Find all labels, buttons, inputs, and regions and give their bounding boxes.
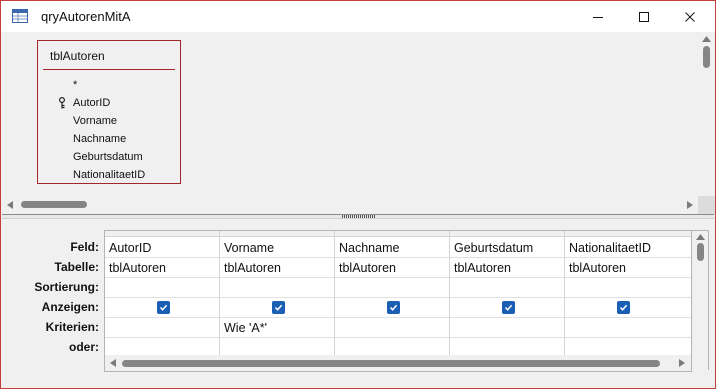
- cell-sortierung[interactable]: [105, 278, 219, 298]
- cell-anzeigen[interactable]: [105, 298, 219, 318]
- cell-anzeigen[interactable]: [450, 298, 564, 318]
- cell-feld[interactable]: Geburtsdatum: [450, 238, 564, 258]
- key-icon: [59, 97, 65, 109]
- query-design-window: qryAutorenMitA tblAutoren * AutorID Vorn…: [0, 0, 716, 389]
- cell-sortierung[interactable]: [335, 278, 449, 298]
- grid-column: NationalitaetID tblAutoren: [565, 231, 691, 369]
- maximize-icon: [639, 11, 649, 22]
- column-selector[interactable]: [220, 231, 334, 237]
- cell-sortierung[interactable]: [220, 278, 334, 298]
- close-icon: [685, 11, 695, 22]
- scroll-up-icon[interactable]: [696, 234, 705, 240]
- grid-column: Geburtsdatum tblAutoren: [450, 231, 565, 369]
- cell-kriterien[interactable]: [335, 318, 449, 338]
- table-title: tblAutoren: [50, 49, 105, 63]
- show-checkbox[interactable]: [387, 301, 400, 314]
- scroll-up-icon[interactable]: [702, 36, 711, 42]
- cell-feld[interactable]: Vorname: [220, 238, 334, 258]
- scrollbar-corner: [698, 196, 715, 214]
- scroll-right-icon[interactable]: [687, 201, 693, 209]
- scroll-left-icon[interactable]: [110, 359, 116, 367]
- row-label-sortierung: Sortierung:: [34, 280, 99, 294]
- grid-column: Vorname tblAutoren Wie 'A*': [220, 231, 335, 369]
- scroll-left-icon[interactable]: [7, 201, 13, 209]
- vertical-scroll-thumb[interactable]: [703, 46, 710, 68]
- column-selector[interactable]: [105, 231, 219, 237]
- grid-vertical-scrollbar[interactable]: [692, 230, 709, 370]
- row-label-anzeigen: Anzeigen:: [41, 300, 99, 314]
- cell-sortierung[interactable]: [565, 278, 691, 298]
- show-checkbox[interactable]: [502, 301, 515, 314]
- field-item-geburtsdatum[interactable]: Geburtsdatum: [73, 149, 143, 165]
- query-design-grid: AutorID tblAutoren Vorname tblAutoren Wi…: [104, 230, 692, 370]
- cell-tabelle[interactable]: tblAutoren: [450, 258, 564, 278]
- vertical-scroll-thumb[interactable]: [697, 243, 704, 261]
- grid-column: Nachname tblAutoren: [335, 231, 450, 369]
- field-item-nachname[interactable]: Nachname: [73, 131, 126, 147]
- window-title: qryAutorenMitA: [41, 9, 131, 24]
- checkmark-icon: [504, 304, 513, 311]
- horizontal-scroll-thumb[interactable]: [122, 360, 660, 367]
- cell-anzeigen[interactable]: [565, 298, 691, 318]
- cell-kriterien[interactable]: [450, 318, 564, 338]
- close-button[interactable]: [667, 1, 713, 32]
- cell-tabelle[interactable]: tblAutoren: [105, 258, 219, 278]
- show-checkbox[interactable]: [617, 301, 630, 314]
- cell-anzeigen[interactable]: [335, 298, 449, 318]
- design-grid-pane: Feld: Tabelle: Sortierung: Anzeigen: Kri…: [2, 219, 714, 388]
- row-label-kriterien: Kriterien:: [45, 320, 99, 334]
- show-checkbox[interactable]: [272, 301, 285, 314]
- splitter-grip[interactable]: [342, 215, 376, 218]
- cell-anzeigen[interactable]: [220, 298, 334, 318]
- minimize-button[interactable]: [575, 1, 621, 32]
- column-selector[interactable]: [450, 231, 564, 237]
- field-item-autorid[interactable]: AutorID: [73, 95, 110, 111]
- cell-kriterien[interactable]: Wie 'A*': [220, 318, 334, 338]
- maximize-button[interactable]: [621, 1, 667, 32]
- checkmark-icon: [274, 304, 283, 311]
- title-bar[interactable]: qryAutorenMitA: [1, 1, 715, 32]
- table-title-divider: [43, 69, 175, 70]
- query-icon: [12, 9, 28, 23]
- grid-horizontal-scrollbar[interactable]: [104, 355, 692, 372]
- cell-feld[interactable]: AutorID: [105, 238, 219, 258]
- table-pane: tblAutoren * AutorID Vorname Nachname Ge…: [2, 32, 714, 214]
- field-item-all[interactable]: *: [73, 77, 77, 93]
- show-checkbox[interactable]: [157, 301, 170, 314]
- cell-sortierung[interactable]: [450, 278, 564, 298]
- cell-tabelle[interactable]: tblAutoren: [565, 258, 691, 278]
- minimize-icon: [593, 16, 603, 18]
- cell-feld[interactable]: NationalitaetID: [565, 238, 691, 258]
- cell-feld[interactable]: Nachname: [335, 238, 449, 258]
- field-item-nationalitaetid[interactable]: NationalitaetID: [73, 167, 145, 183]
- table-pane-horizontal-scrollbar[interactable]: [2, 196, 698, 213]
- cell-kriterien[interactable]: [565, 318, 691, 338]
- row-label-tabelle: Tabelle:: [54, 260, 99, 274]
- scroll-right-icon[interactable]: [679, 359, 685, 367]
- checkmark-icon: [619, 304, 628, 311]
- column-selector[interactable]: [565, 231, 691, 237]
- cell-kriterien[interactable]: [105, 318, 219, 338]
- row-label-oder: oder:: [69, 340, 99, 354]
- cell-tabelle[interactable]: tblAutoren: [220, 258, 334, 278]
- table-pane-vertical-scrollbar[interactable]: [698, 32, 715, 214]
- column-selector[interactable]: [335, 231, 449, 237]
- field-item-vorname[interactable]: Vorname: [73, 113, 117, 129]
- checkmark-icon: [389, 304, 398, 311]
- horizontal-scroll-thumb[interactable]: [21, 201, 87, 208]
- grid-column: AutorID tblAutoren: [105, 231, 220, 369]
- row-label-feld: Feld:: [70, 240, 99, 254]
- table-field-list[interactable]: tblAutoren * AutorID Vorname Nachname Ge…: [37, 40, 181, 184]
- checkmark-icon: [159, 304, 168, 311]
- cell-tabelle[interactable]: tblAutoren: [335, 258, 449, 278]
